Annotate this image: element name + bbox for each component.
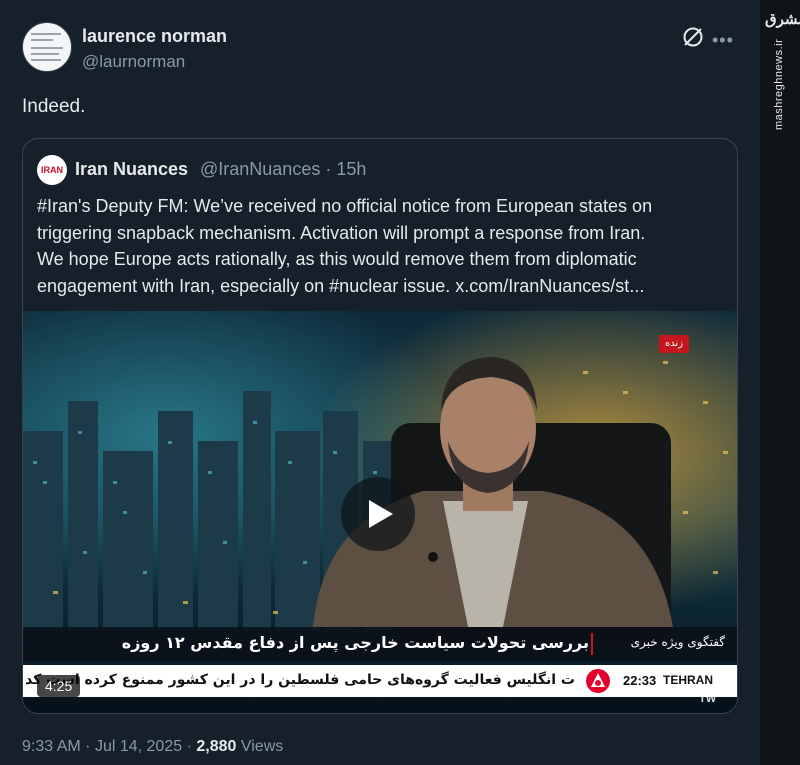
play-icon <box>369 500 393 528</box>
news-ticker: ت انگلیس فعالیت گروه‌های حامی فلسطین را … <box>23 665 737 697</box>
views-count[interactable]: 2,880 <box>196 738 236 755</box>
quoted-display-name[interactable]: Iran Nuances <box>75 159 188 180</box>
video-watermark: TW <box>699 693 717 705</box>
brand-logo: مشرق <box>765 10 800 28</box>
quoted-body: #Iran's Deputy FM: We’ve received no off… <box>37 193 727 299</box>
tweet-text: Indeed. <box>22 96 86 117</box>
headline-divider <box>591 633 593 655</box>
grok-icon[interactable] <box>680 24 706 50</box>
ticker-text: ت انگلیس فعالیت گروه‌های حامی فلسطین را … <box>25 672 575 688</box>
tweet: laurence norman @laurnorman ••• Indeed. … <box>0 0 760 765</box>
views-label: Views <box>240 738 284 755</box>
tweet-date[interactable]: Jul 14, 2025 <box>95 738 182 755</box>
video-duration: 4:25 <box>37 675 81 697</box>
quoted-avatar[interactable]: IRAN <box>37 155 67 185</box>
more-icon[interactable]: ••• <box>712 30 734 51</box>
ticker-clock: 22:33 <box>623 673 657 688</box>
quoted-body-line: triggering snapback mechanism. Activatio… <box>37 222 646 243</box>
play-button[interactable] <box>341 477 415 551</box>
footer-separator: · <box>85 738 91 755</box>
brand-url: mashreghnews.ir <box>773 38 785 130</box>
video-headline: بررسی تحولات سیاست خارجی پس از دفاع مقدس… <box>121 633 589 652</box>
ticker-city: TEHRAN <box>663 673 713 687</box>
tweet-footer: 9:33 AM · Jul 14, 2025 · 2,880 Views <box>22 738 283 756</box>
quoted-age[interactable]: 15h <box>336 159 366 179</box>
program-name: گفتگوی ویژه خبری <box>630 635 725 649</box>
author-display-name[interactable]: laurence norman <box>82 26 227 47</box>
video-headline-bar: بررسی تحولات سیاست خارجی پس از دفاع مقدس… <box>23 627 737 661</box>
tweet-time[interactable]: 9:33 AM <box>22 738 81 755</box>
quoted-meta: @IranNuances · 15h <box>200 159 366 180</box>
author-handle[interactable]: @laurnorman <box>82 52 185 72</box>
footer-separator: · <box>186 738 192 755</box>
quoted-tweet[interactable]: IRAN Iran Nuances @IranNuances · 15h #Ir… <box>22 138 738 714</box>
quoted-body-line: #Iran's Deputy FM: We’ve received no off… <box>37 196 653 216</box>
author-avatar[interactable] <box>22 22 72 72</box>
quoted-body-line: We hope Europe acts rationally, as this … <box>37 249 637 269</box>
channel-logo-icon <box>586 669 610 693</box>
quoted-handle[interactable]: @IranNuances <box>200 159 320 179</box>
video-player[interactable]: زنده بررسی تحولات سیاست خارجی پس از دفاع… <box>23 311 737 713</box>
quoted-body-line: engagement with Iran, especially on #nuc… <box>37 275 645 296</box>
live-badge: زنده <box>659 335 689 353</box>
quoted-separator: · <box>325 159 337 179</box>
